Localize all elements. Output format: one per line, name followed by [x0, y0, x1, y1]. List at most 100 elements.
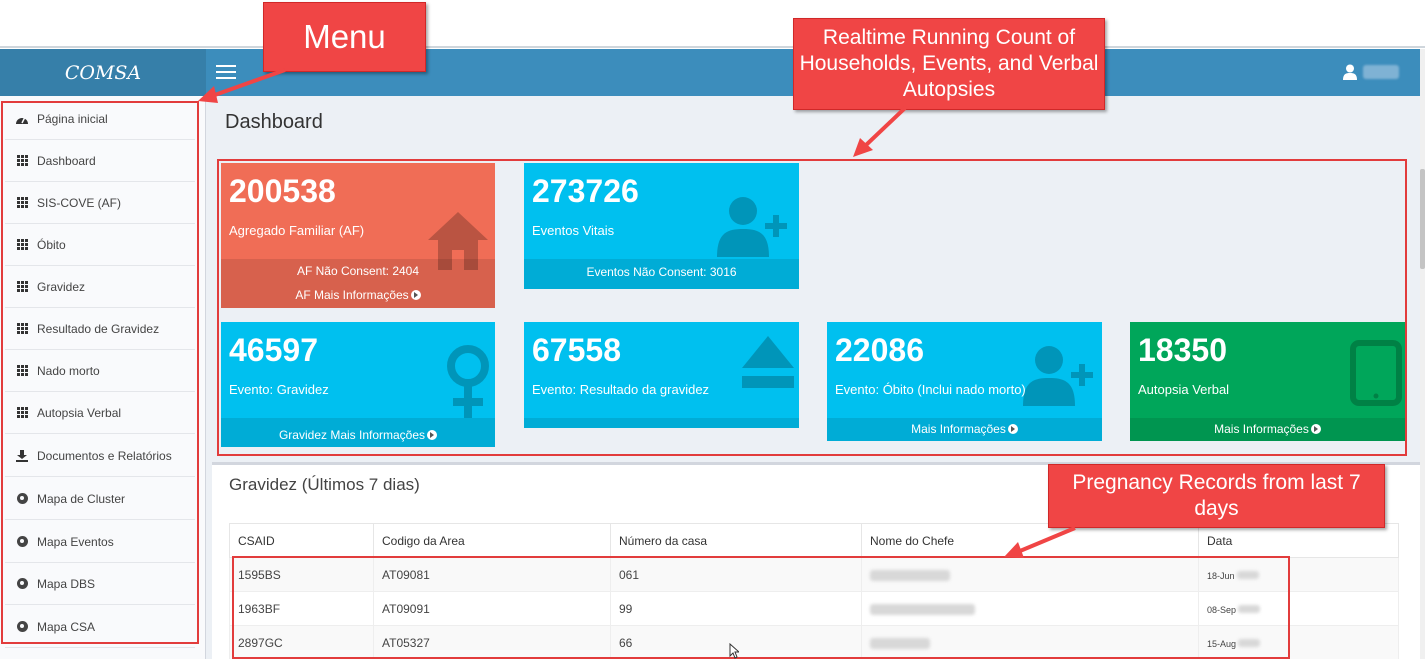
grid-icon [15, 196, 29, 210]
cell-nome-redacted [861, 557, 1199, 592]
stat-footer-text: AF Não Consent: 2404 [296, 264, 420, 278]
more-info-label: AF Mais Informações [295, 288, 409, 302]
cell-data: 15-Aug [1198, 625, 1399, 659]
globe-icon [15, 492, 29, 506]
sidebar-item-label: Documentos e Relatórios [37, 448, 172, 463]
sidebar-item-mapa-csa[interactable]: Mapa CSA [5, 606, 195, 648]
panel-title: Gravidez (Últimos 7 dias) [229, 475, 420, 494]
cell-area: AT05327 [373, 625, 611, 659]
mouse-cursor-icon [729, 643, 739, 659]
top-divider [0, 46, 1425, 48]
user-name-redacted[interactable] [1363, 65, 1399, 79]
sidebar-item-pagina-inicial[interactable]: Página inicial [5, 98, 195, 140]
column-header-data[interactable]: Data [1198, 523, 1399, 558]
sidebar-item-sis-cove[interactable]: SIS-COVE (AF) [5, 182, 195, 224]
sidebar-item-label: Página inicial [37, 111, 108, 126]
scrollbar-thumb[interactable] [1420, 169, 1425, 269]
page-scrollbar[interactable] [1420, 49, 1425, 659]
sidebar-item-mapa-cluster[interactable]: Mapa de Cluster [5, 478, 195, 520]
sidebar-item-label: Mapa CSA [37, 619, 96, 634]
cell-data: 08-Sep [1198, 591, 1399, 626]
stat-box-gravidez[interactable]: 46597 Evento: Gravidez Gravidez Mais Inf… [221, 322, 495, 447]
stat-label: Autopsia Verbal [1138, 382, 1230, 397]
stat-box-autopsia-verbal[interactable]: 18350 Autopsia Verbal Mais Informações [1130, 322, 1405, 441]
arrow-circle-right-icon [1310, 424, 1321, 434]
globe-icon [15, 535, 29, 549]
table-header-row: CSAID Codigo da Area Número da casa Nome… [229, 523, 1399, 558]
grid-icon [15, 154, 29, 168]
cell-csaid: 2897GC [229, 625, 374, 659]
arrow-circle-right-icon [1007, 424, 1018, 434]
cell-nome-redacted [861, 625, 1199, 659]
sidebar-item-label: Autopsia Verbal [37, 405, 122, 420]
stat-count: 46597 [229, 332, 318, 368]
globe-icon [15, 620, 29, 634]
more-info-label: Gravidez Mais Informações [278, 428, 426, 442]
arrow-circle-right-icon [410, 290, 421, 300]
table-row[interactable]: 2897GC AT05327 66 15-Aug [229, 625, 1399, 659]
sidebar: Página inicial Dashboard SIS-COVE (AF) Ó… [0, 96, 206, 659]
stat-box-eventos-vitais[interactable]: 273726 Eventos Vitais Eventos Não Consen… [524, 163, 799, 289]
callout-menu: Menu [263, 2, 426, 72]
stat-count: 18350 [1138, 332, 1227, 368]
download-icon [15, 449, 29, 463]
sidebar-item-label: SIS-COVE (AF) [37, 195, 122, 210]
stat-footer-text: Eventos Não Consent: 3016 [586, 265, 737, 279]
female-icon [447, 345, 489, 418]
sidebar-item-label: Mapa Eventos [37, 534, 114, 549]
sidebar-item-documentos[interactable]: Documentos e Relatórios [5, 435, 195, 477]
more-info-link[interactable]: Gravidez Mais Informações [221, 428, 495, 442]
user-plus-icon [1023, 346, 1093, 406]
grid-icon [15, 364, 29, 378]
arrow-circle-right-icon [427, 430, 438, 440]
more-info-link[interactable]: Mais Informações [827, 422, 1102, 436]
stat-label: Evento: Resultado da gravidez [532, 382, 710, 397]
column-header-nome-chefe[interactable]: Nome do Chefe [861, 523, 1199, 558]
sidebar-item-dashboard[interactable]: Dashboard [5, 140, 195, 182]
sidebar-item-label: Gravidez [37, 279, 86, 294]
tablet-icon [1350, 340, 1402, 406]
cell-casa: 061 [610, 557, 862, 592]
user-plus-icon [717, 197, 787, 257]
pregnancy-table: CSAID Codigo da Area Número da casa Nome… [229, 523, 1399, 659]
sidebar-item-mapa-eventos[interactable]: Mapa Eventos [5, 521, 195, 563]
sidebar-item-nado-morto[interactable]: Nado morto [5, 350, 195, 392]
brand-logo[interactable]: COMSA [0, 49, 206, 96]
column-header-codigo-area[interactable]: Codigo da Area [373, 523, 611, 558]
menu-toggle-icon[interactable] [216, 65, 236, 79]
sidebar-item-label: Óbito [37, 237, 66, 252]
dashboard-gauge-icon [15, 112, 29, 126]
stat-count: 22086 [835, 332, 924, 368]
sidebar-item-resultado-gravidez[interactable]: Resultado de Gravidez [5, 308, 195, 350]
table-row[interactable]: 1963BF AT09091 99 08-Sep [229, 591, 1399, 626]
table-row[interactable]: 1595BS AT09081 061 18-Jun [229, 557, 1399, 592]
grid-icon [15, 280, 29, 294]
globe-icon [15, 577, 29, 591]
stat-label: Eventos Vitais [532, 223, 615, 238]
stat-box-agregado-familiar[interactable]: 200538 Agregado Familiar (AF) AF Não Con… [221, 163, 495, 308]
more-info-label: Mais Informações [911, 422, 1006, 436]
more-info-link[interactable]: Mais Informações [1130, 422, 1405, 436]
user-icon[interactable] [1343, 64, 1357, 80]
column-header-csaid[interactable]: CSAID [229, 523, 374, 558]
sidebar-item-gravidez[interactable]: Gravidez [5, 266, 195, 308]
eject-icon [742, 336, 794, 388]
cell-area: AT09081 [373, 557, 611, 592]
grid-icon [15, 238, 29, 252]
cell-data: 18-Jun [1198, 557, 1399, 592]
page-title: Dashboard [225, 111, 323, 133]
sidebar-item-label: Resultado de Gravidez [37, 321, 160, 336]
cell-csaid: 1963BF [229, 591, 374, 626]
sidebar-item-obito[interactable]: Óbito [5, 224, 195, 266]
sidebar-item-mapa-dbs[interactable]: Mapa DBS [5, 563, 195, 605]
more-info-link[interactable]: AF Mais Informações [221, 288, 495, 302]
stat-box-resultado-gravidez[interactable]: 67558 Evento: Resultado da gravidez [524, 322, 799, 428]
grid-icon [15, 406, 29, 420]
cell-csaid: 1595BS [229, 557, 374, 592]
column-header-numero-casa[interactable]: Número da casa [610, 523, 862, 558]
stat-box-obito[interactable]: 22086 Evento: Óbito (Inclui nado morto) … [827, 322, 1102, 441]
cell-nome-redacted [861, 591, 1199, 626]
stat-label: Evento: Gravidez [229, 382, 329, 397]
stat-label: Agregado Familiar (AF) [229, 223, 365, 238]
sidebar-item-autopsia-verbal[interactable]: Autopsia Verbal [5, 392, 195, 434]
